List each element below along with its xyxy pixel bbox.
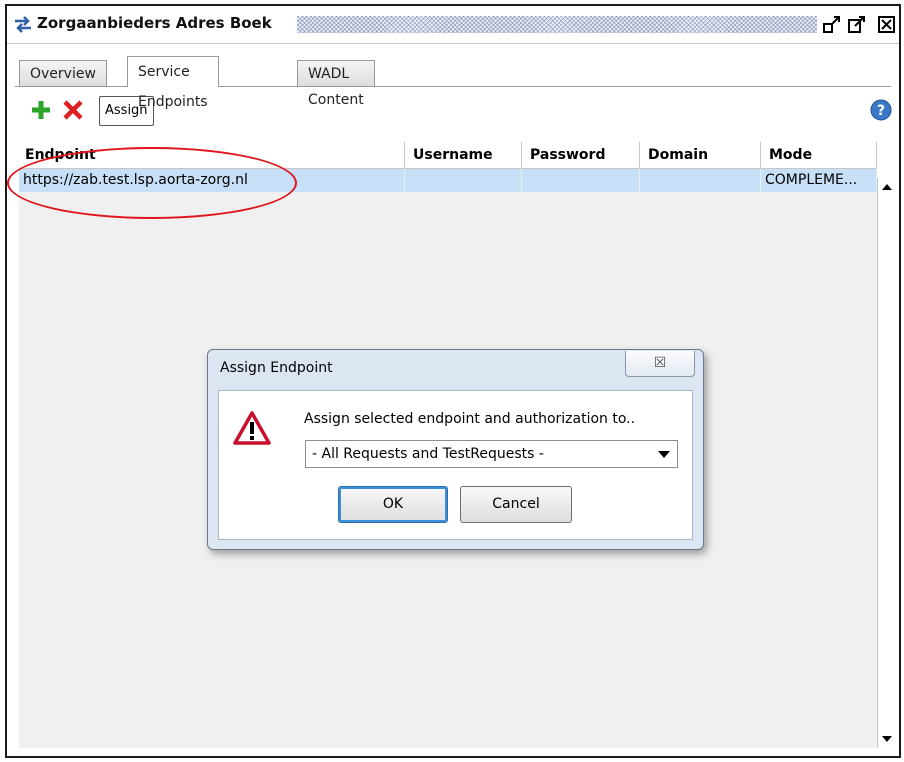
column-header-endpoint[interactable]: Endpoint bbox=[19, 142, 405, 168]
target-select-value: - All Requests and TestRequests - bbox=[312, 446, 544, 462]
table-row[interactable]: https://zab.test.lsp.aorta-zorg.nl COMPL… bbox=[19, 169, 877, 192]
delete-x-icon[interactable] bbox=[61, 98, 85, 122]
column-header-domain[interactable]: Domain bbox=[640, 142, 761, 168]
cell-mode[interactable]: COMPLEME... bbox=[761, 169, 877, 192]
window-title: Zorgaanbieders Adres Boek bbox=[37, 14, 272, 32]
table-header: Endpoint Username Password Domain Mode bbox=[19, 142, 877, 168]
cell-endpoint[interactable]: https://zab.test.lsp.aorta-zorg.nl bbox=[19, 169, 405, 192]
dialog-body: Assign selected endpoint and authorizati… bbox=[218, 390, 693, 540]
cell-username[interactable] bbox=[405, 169, 522, 192]
cancel-button[interactable]: Cancel bbox=[460, 486, 572, 523]
target-select[interactable]: - All Requests and TestRequests - bbox=[305, 440, 678, 468]
cell-password[interactable] bbox=[522, 169, 640, 192]
dialog-message: Assign selected endpoint and authorizati… bbox=[304, 411, 636, 427]
vertical-scrollbar[interactable] bbox=[877, 178, 895, 748]
column-header-password[interactable]: Password bbox=[522, 142, 640, 168]
title-bar: Zorgaanbieders Adres Boek bbox=[7, 6, 899, 44]
chevron-down-icon bbox=[658, 451, 670, 458]
title-bar-hatch bbox=[297, 16, 817, 33]
close-icon: ☒ bbox=[653, 355, 667, 371]
tab-overview[interactable]: Overview bbox=[19, 60, 107, 87]
scroll-down-arrow-icon[interactable] bbox=[878, 730, 896, 748]
dock-icon[interactable] bbox=[822, 15, 842, 34]
column-header-mode[interactable]: Mode bbox=[761, 142, 877, 168]
column-header-username[interactable]: Username bbox=[405, 142, 522, 168]
swap-arrows-icon bbox=[15, 16, 31, 33]
dialog-title: Assign Endpoint bbox=[220, 360, 333, 376]
dialog-close-button[interactable]: ☒ bbox=[625, 351, 695, 377]
warning-icon bbox=[233, 411, 271, 445]
float-window-icon[interactable] bbox=[847, 15, 867, 34]
plus-icon[interactable] bbox=[29, 98, 53, 122]
close-icon[interactable] bbox=[877, 15, 897, 34]
assign-endpoint-dialog: Assign Endpoint ☒ Assign selected endpoi… bbox=[207, 349, 704, 550]
tab-service-endpoints[interactable]: Service Endpoints bbox=[127, 56, 219, 110]
help-icon[interactable]: ? bbox=[869, 98, 893, 122]
svg-text:?: ? bbox=[877, 103, 885, 119]
cell-domain[interactable] bbox=[640, 169, 761, 192]
tab-wadl-content[interactable]: WADL Content bbox=[297, 60, 375, 108]
scroll-up-arrow-icon[interactable] bbox=[878, 178, 896, 196]
ok-button[interactable]: OK bbox=[338, 486, 448, 523]
